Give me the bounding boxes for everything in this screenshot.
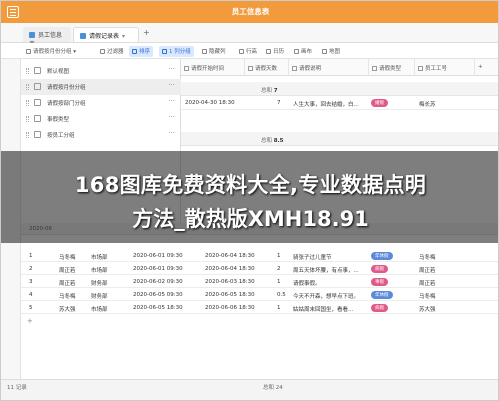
overlay-banner: 168图库免费资料大全,专业数据点明 方法_散热版XMH18.91 (1, 151, 498, 243)
view-icon (34, 67, 41, 74)
view-selector-button[interactable]: 请假按月份分组 ▾ (23, 46, 79, 57)
leave-type-badge: 年休假 (371, 252, 393, 260)
more-icon[interactable]: ··· (168, 81, 175, 89)
sum-total: 总和 24 (263, 385, 283, 391)
title-bar: 员工信息表 (1, 1, 498, 23)
chevron-down-icon[interactable]: ▾ (122, 33, 125, 40)
map-button[interactable]: 地图 (319, 46, 343, 57)
more-icon[interactable]: ··· (168, 65, 175, 73)
view-item[interactable]: 按员工分组 ··· (21, 127, 181, 143)
view-item[interactable]: 请假按部门分组 ··· (21, 95, 181, 111)
column-header[interactable]: 员工工号 (415, 59, 475, 76)
tab-leave-records[interactable]: 请假记录表 ▾ (73, 27, 139, 42)
canvas-icon (294, 49, 299, 54)
table-row[interactable]: 4 马冬梅 财务部 2020-06-05 09:30 2020-06-05 18… (21, 288, 498, 301)
column-header[interactable]: 请假天数 (245, 59, 289, 76)
sheet-icon (29, 32, 35, 38)
sort-icon (132, 49, 137, 54)
drag-handle-icon[interactable] (26, 116, 29, 122)
table-row[interactable]: 1 马冬梅 市场部 2020-06-01 09:30 2020-06-04 18… (21, 249, 498, 262)
grid-icon (26, 49, 31, 54)
select-icon (372, 66, 377, 71)
filter-button[interactable]: 过滤器 (97, 46, 127, 57)
rowheight-icon (239, 49, 244, 54)
view-item[interactable]: 默认视图 ··· (21, 63, 181, 79)
sheet-icon (80, 33, 86, 39)
link-icon (418, 66, 423, 71)
leave-type-badge: 年休假 (371, 291, 393, 299)
sheet-tabs: 员工信息表 请假记录表▾ + (1, 23, 498, 48)
leave-type-badge: 婚假 (371, 99, 388, 107)
view-toolbar: 请假按月份分组 ▾ 过滤器 排序 1 列分组 隐藏列 行高 日历 画布 地图 (1, 43, 498, 59)
text-icon (292, 66, 297, 71)
leave-type-badge: 事假 (371, 278, 388, 286)
tab-employee-info[interactable]: 员工信息表 (23, 27, 71, 48)
table-row[interactable]: 2 周正若 市场部 2020-06-01 09:30 2020-06-04 18… (21, 262, 498, 275)
group-summary-row: 总和 7 (181, 82, 498, 96)
group-summary-row: 总和 8.5 (181, 132, 498, 146)
overlay-subheadline: 方法_散热版XMH18.91 (132, 207, 369, 231)
table-row[interactable]: 3 周正若 财务部 2020-06-02 09:30 2020-06-03 18… (21, 275, 498, 288)
map-icon (322, 49, 327, 54)
column-header[interactable]: 请假说明 (289, 59, 369, 76)
canvas-button[interactable]: 画布 (291, 46, 315, 57)
view-item[interactable]: 事假类型 ··· (21, 111, 181, 127)
records-table: 2020-06 1 马冬梅 市场部 2020-06-01 09:30 2020-… (21, 223, 498, 400)
eye-icon (202, 49, 207, 54)
record-count: 11 记录 (7, 385, 27, 391)
calendar-icon (266, 49, 271, 54)
drag-handle-icon[interactable] (26, 68, 29, 74)
filter-icon (100, 49, 105, 54)
view-item-selected[interactable]: 请假按月份分组 ··· (21, 79, 181, 95)
leave-type-badge: 病假 (371, 265, 388, 273)
view-icon (34, 115, 41, 122)
grid-header: 请假开始时间 请假天数 请假说明 请假类型 员工工号 + (181, 59, 498, 76)
column-header[interactable]: 请假开始时间 (181, 59, 245, 76)
tab-label: 请假记录表 (89, 33, 120, 40)
hide-columns-button[interactable]: 隐藏列 (199, 46, 229, 57)
leave-type-badge: 病假 (371, 304, 388, 312)
calendar-icon (184, 66, 189, 71)
table-row[interactable]: 5 苏大强 市场部 2020-06-05 18:30 2020-06-06 18… (21, 301, 498, 314)
add-column-button[interactable]: + (475, 59, 498, 76)
table-row[interactable]: 2020-04-30 18:30 7 人生大事，回去结婚，白... 婚假 梅长苏 (181, 96, 498, 110)
more-icon[interactable]: ··· (168, 129, 175, 137)
app-window: 员工信息表 员工信息表 请假记录表▾ + 请假按月份分组 ▾ 过滤器 排序 1 … (0, 0, 499, 401)
more-icon[interactable]: ··· (168, 97, 175, 105)
drag-handle-icon[interactable] (26, 132, 29, 138)
drag-handle-icon[interactable] (26, 100, 29, 106)
number-icon (248, 66, 253, 71)
more-icon[interactable]: ··· (168, 113, 175, 121)
column-header[interactable]: 请假类型 (369, 59, 415, 76)
view-icon (34, 131, 41, 138)
add-tab-icon[interactable]: + (143, 28, 150, 37)
sort-button[interactable]: 排序 (129, 46, 154, 57)
view-icon (34, 83, 41, 90)
status-footer: 11 记录 总和 24 (1, 379, 498, 400)
group-button[interactable]: 1 列分组 (159, 46, 194, 57)
calendar-button[interactable]: 日历 (263, 46, 287, 57)
app-title: 员工信息表 (231, 7, 270, 16)
drag-handle-icon[interactable] (26, 84, 29, 90)
row-height-button[interactable]: 行高 (236, 46, 260, 57)
overlay-headline: 168图库免费资料大全,专业数据点明 (74, 173, 427, 197)
view-icon (34, 99, 41, 106)
group-icon (162, 49, 167, 54)
add-row-button[interactable]: + (27, 317, 33, 325)
